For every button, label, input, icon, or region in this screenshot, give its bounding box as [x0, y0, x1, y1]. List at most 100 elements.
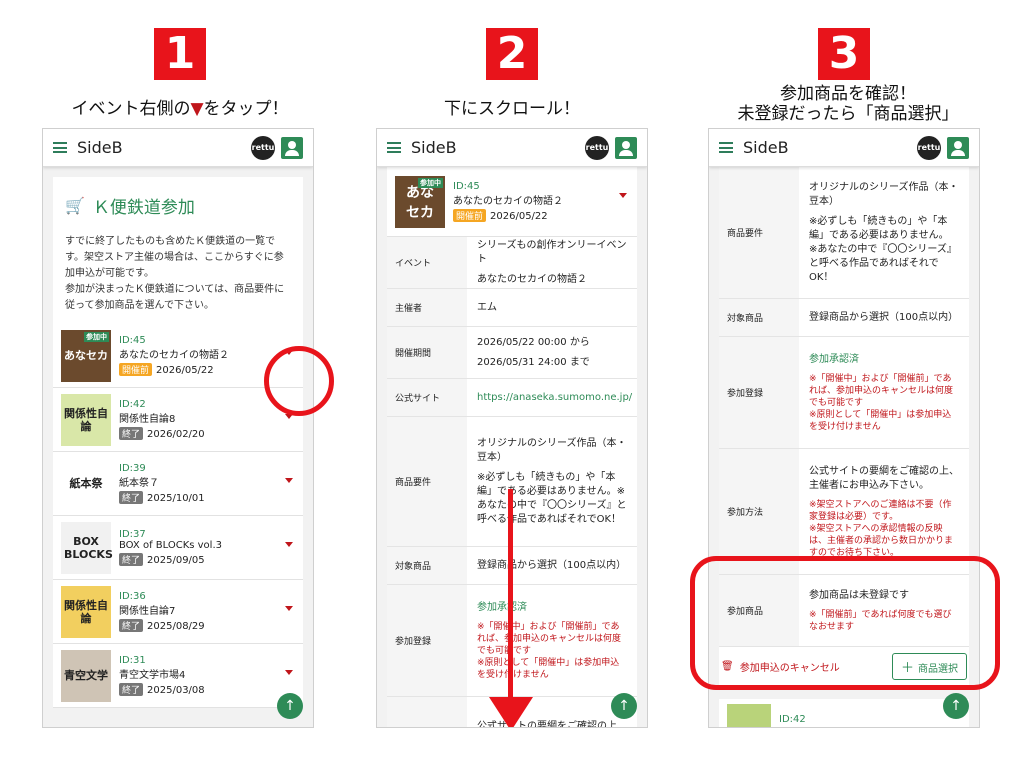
cart-icon: 🛒 — [65, 196, 85, 215]
detail-value: オリジナルのシリーズ作品（本・豆本） — [477, 437, 627, 463]
detail-label: 商品要件 — [387, 417, 467, 546]
menu-icon[interactable] — [387, 142, 401, 153]
event-header-row[interactable]: あなセカ 参加中 ID:45 あなたのセカイの物語２ 開催前 2026/05/22 — [387, 167, 637, 237]
event-date: 2026/05/22 — [156, 365, 214, 376]
scroll-arrow-head — [489, 697, 533, 727]
detail-label: 公式サイト — [387, 379, 467, 416]
expand-caret-icon[interactable] — [285, 606, 293, 611]
scroll-top-button[interactable]: ↑ — [277, 693, 303, 719]
detail-row: 対象商品 登録商品から選択（100点以内） — [719, 299, 969, 337]
detail-note: あなたのセカイの物語２ — [477, 273, 587, 285]
status-badge: 終了 — [119, 427, 144, 440]
event-name: あなたのセカイの物語２ — [119, 350, 229, 361]
event-list-item[interactable]: BOX BLOCKS ID:37 BOX of BLOCKs vol.3 終了 2… — [53, 516, 303, 580]
step-caption-2: 下にスクロール！ — [444, 99, 580, 119]
event-thumbnail: あなセカ 参加中 — [61, 329, 111, 382]
app-bar: SideB rettu — [43, 129, 313, 167]
app-brand[interactable]: SideB — [411, 138, 585, 157]
detail-label: 商品要件 — [719, 167, 799, 298]
event-list-item[interactable]: 関係性自論 ID:36 関係性自論7 終了 2025/08/29 — [53, 580, 303, 644]
detail-label: 対象商品 — [719, 299, 799, 336]
step-number-1: 1 — [154, 28, 206, 80]
detail-note: ※「開催中」および「開催前」であれば、参加申込のキャンセルは何度でも可能です ※… — [809, 373, 954, 432]
event-date: 2025/10/01 — [147, 493, 205, 504]
detail-value: 登録商品から選択（100点以内） — [477, 559, 627, 571]
event-id: ID:37 — [119, 529, 146, 540]
scroll-top-button[interactable]: ↑ — [611, 693, 637, 719]
detail-row: 主催者 エム — [387, 289, 637, 327]
step-caption-3: 参加商品を確認！ 未登録だったら「商品選択」 — [737, 84, 959, 124]
detail-label: 対象商品 — [387, 547, 467, 584]
status-badge: 終了 — [119, 491, 144, 504]
detail-value: 2026/05/22 00:00 から — [477, 336, 590, 348]
detail-value: シリーズもの創作オンリーイベント — [477, 239, 627, 265]
status-badge: 終了 — [119, 619, 144, 632]
expand-caret-icon[interactable] — [285, 670, 293, 675]
account-icon[interactable] — [947, 136, 969, 159]
phone-screen-2: SideB rettu あなセカ 参加中 ID:45 あなたのセカイの物語２ 開… — [376, 128, 648, 728]
scroll-top-button[interactable]: ↑ — [943, 693, 969, 719]
event-list-item[interactable]: 青空文学 ID:31 青空文学市場4 終了 2025/03/08 — [53, 644, 303, 708]
detail-note: 2026/05/31 24:00 まで — [477, 356, 590, 368]
event-thumbnail — [727, 704, 771, 727]
event-list-item[interactable]: 関係性自論 ID:42 関係性自論8 終了 2026/02/20 — [53, 388, 303, 452]
detail-row: 参加登録 参加承認済 ※「開催中」および「開催前」であれば、参加申込のキャンセル… — [719, 337, 969, 449]
status-badge: 終了 — [119, 683, 144, 696]
menu-icon[interactable] — [719, 142, 733, 153]
detail-label: 参加登録 — [387, 585, 467, 696]
app-bar: SideB rettu — [377, 129, 647, 167]
logo-icon[interactable]: rettu — [917, 135, 941, 160]
detail-label: 主催者 — [387, 289, 467, 326]
expand-caret-icon[interactable] — [285, 478, 293, 483]
event-list-item[interactable]: 紙本祭 ID:39 紙本祭７ 終了 2025/10/01 — [53, 452, 303, 516]
detail-row: イベント シリーズもの創作オンリーイベント あなたのセカイの物語２ — [387, 237, 637, 289]
step-number-3: 3 — [818, 28, 870, 80]
detail-value: 登録商品から選択（100点以内） — [809, 311, 959, 323]
detail-value: エム — [477, 301, 497, 313]
detail-label — [387, 697, 467, 727]
logo-icon[interactable]: rettu — [251, 135, 275, 160]
expand-caret-icon[interactable] — [285, 542, 293, 547]
detail-note: ※必ずしも「続きもの」や「本編」である必要はありません。※あなたの中で『〇〇シリ… — [477, 471, 627, 525]
highlight-circle — [264, 346, 334, 416]
event-id: ID:45 — [119, 335, 146, 346]
event-id: ID:36 — [119, 591, 146, 602]
menu-icon[interactable] — [53, 142, 67, 153]
page-description: すでに終了したものも含めたＫ便鉄道の一覧です。架空ストア主催の場合は、ここからす… — [65, 236, 285, 311]
highlight-box — [690, 556, 1000, 690]
event-date: 2025/08/29 — [147, 621, 205, 632]
app-brand[interactable]: SideB — [743, 138, 917, 157]
next-event-row[interactable]: ID:42 — [719, 699, 969, 727]
detail-value: 公式サイトの要綱をご確認の上、主催者にお申込み下さい。 — [809, 465, 959, 491]
event-thumbnail: 関係性自論 — [61, 585, 111, 638]
detail-value: 参加承認済 — [809, 353, 859, 365]
event-date: 2026/02/20 — [147, 429, 205, 440]
app-brand[interactable]: SideB — [77, 138, 251, 157]
detail-row: 公式サイト https://anaseka.sumomo.ne.jp/ — [387, 379, 637, 417]
official-site-link[interactable]: https://anaseka.sumomo.ne.jp/ — [477, 391, 632, 405]
collapse-caret-icon[interactable] — [619, 193, 627, 198]
detail-note: ※「開催中」および「開催前」であれば、参加申込のキャンセルは何度でも可能です ※… — [477, 621, 622, 680]
event-name: 関係性自論8 — [119, 414, 176, 425]
event-name: 青空文学市場4 — [119, 670, 186, 681]
detail-label: 開催期間 — [387, 327, 467, 378]
intro-card: 🛒 Ｋ便鉄道参加 すでに終了したものも含めたＫ便鉄道の一覧です。架空ストア主催の… — [53, 177, 303, 324]
detail-note: ※必ずしも「続きもの」や「本編」である必要はありません。 ※あなたの中で『〇〇シ… — [809, 215, 957, 283]
event-thumbnail: あなセカ 参加中 — [395, 175, 445, 228]
event-id: ID:42 — [119, 399, 146, 410]
event-date: 2025/09/05 — [147, 555, 205, 566]
status-badge: 終了 — [119, 553, 144, 566]
detail-row: 商品要件 オリジナルのシリーズ作品（本・豆本） ※必ずしも「続きもの」や「本編」… — [719, 167, 969, 299]
account-icon[interactable] — [615, 136, 637, 159]
detail-label: 参加登録 — [719, 337, 799, 448]
event-thumbnail: BOX BLOCKS — [61, 521, 113, 574]
event-id: ID:31 — [119, 655, 146, 666]
event-name: 関係性自論7 — [119, 606, 176, 617]
logo-icon[interactable]: rettu — [585, 135, 609, 160]
event-name: 紙本祭７ — [119, 478, 159, 489]
page-title: 🛒 Ｋ便鉄道参加 — [65, 196, 195, 218]
detail-label: イベント — [387, 237, 467, 288]
detail-row: 開催期間 2026/05/22 00:00 から 2026/05/31 24:0… — [387, 327, 637, 379]
scroll-arrow-line — [508, 489, 513, 709]
account-icon[interactable] — [281, 136, 303, 159]
